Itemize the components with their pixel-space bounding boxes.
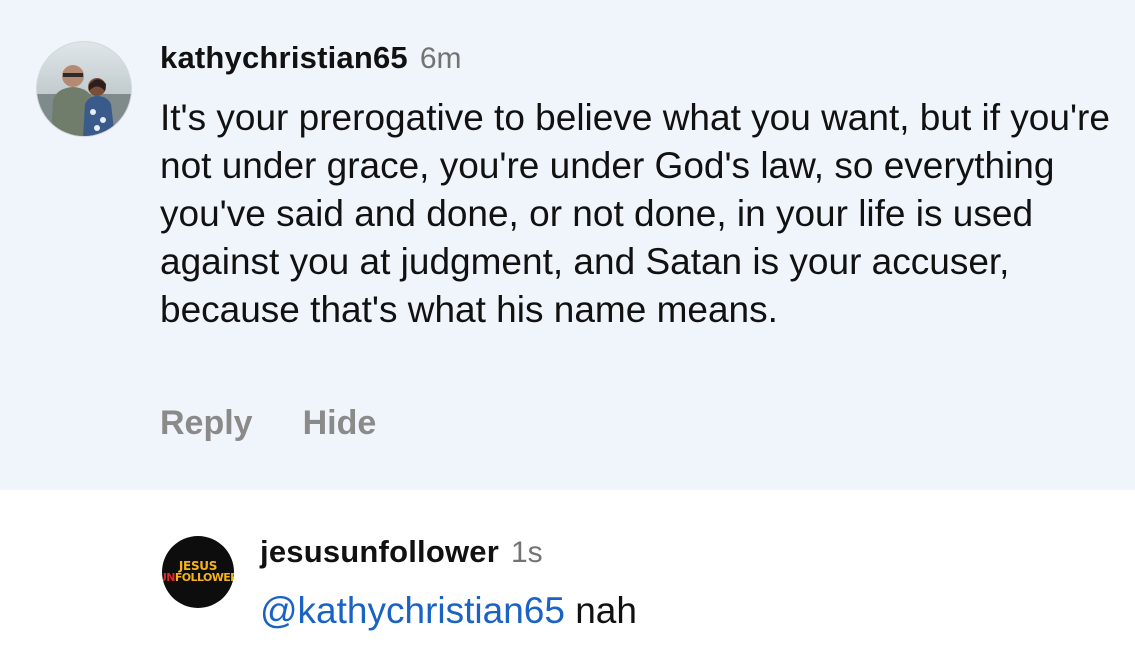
logo-line-2-suffix: FOLLOWER [174,571,234,584]
comment-header: kathychristian65 6m [160,40,462,80]
reply-timestamp: 1s [510,536,543,569]
reply-header: jesusunfollower 1s [260,534,543,574]
comment-timestamp: 6m [419,42,462,75]
comment-thread: kathychristian65 6m It's your prerogativ… [0,0,1135,646]
comment-username[interactable]: kathychristian65 [160,40,408,76]
avatar[interactable]: JESUS UNFOLLOWER [162,536,234,608]
logo-line-2: UNFOLLOWER [162,572,234,584]
comment-text: It's your prerogative to believe what yo… [160,97,1110,330]
reply-comment: JESUS UNFOLLOWER jesusunfollower 1s @kat… [0,490,1135,646]
reply-text-container: @kathychristian65 nah [260,588,637,634]
reply-button[interactable]: Reply [160,404,253,443]
logo-line-2-prefix: UN [162,571,175,584]
mention-link[interactable]: @kathychristian65 [260,590,565,631]
avatar[interactable] [36,41,132,137]
comment-actions: Reply Hide [160,404,376,443]
profile-photo-icon [37,42,131,136]
highlighted-comment: kathychristian65 6m It's your prerogativ… [0,0,1135,490]
hide-button[interactable]: Hide [303,404,377,443]
reply-username[interactable]: jesusunfollower [260,534,499,570]
reply-text: nah [564,590,637,631]
